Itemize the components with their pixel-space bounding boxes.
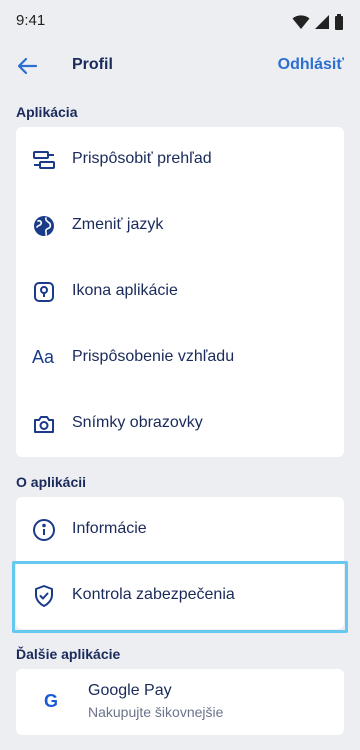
logout-button[interactable]: Odhlásiť	[278, 56, 344, 74]
menu-item-screenshots[interactable]: Snímky obrazovky	[16, 391, 344, 457]
menu-item-label: Prispôsobenie vzhľadu	[72, 348, 235, 365]
menu-item-customize-overview[interactable]: Prispôsobiť prehľad	[16, 127, 344, 193]
globe-icon	[32, 214, 56, 238]
status-time: 9:41	[16, 12, 46, 29]
section-label-about: O aplikácii	[16, 474, 87, 490]
app-item-subtitle: Nakupujte šikovnejšie	[88, 704, 224, 720]
back-button[interactable]	[14, 54, 42, 78]
arrow-left-icon	[14, 54, 42, 78]
menu-item-label: Snímky obrazovky	[72, 414, 203, 431]
other-apps-card: G Google Pay Nakupujte šikovnejšie	[16, 669, 344, 735]
app-item-google-pay[interactable]: G Google Pay Nakupujte šikovnejšie	[16, 669, 344, 735]
google-g-icon: G	[44, 691, 59, 711]
layout-icon	[32, 148, 56, 172]
menu-item-appearance[interactable]: Aa Prispôsobenie vzhľadu	[16, 325, 344, 391]
app-icon	[32, 280, 56, 304]
battery-icon	[334, 14, 344, 30]
wifi-icon	[292, 14, 310, 30]
app-settings-card: Prispôsobiť prehľad Zmeniť jazyk Ikona a…	[16, 127, 344, 457]
menu-item-label: Prispôsobiť prehľad	[72, 150, 212, 167]
section-label-other-apps: Ďalšie aplikácie	[16, 646, 121, 662]
menu-item-information[interactable]: Informácie	[16, 497, 344, 563]
cellular-signal-icon	[314, 14, 330, 30]
font-aa-icon: Aa	[32, 347, 55, 367]
menu-item-label: Ikona aplikácie	[72, 282, 178, 299]
focus-highlight	[12, 561, 348, 633]
menu-item-app-icon[interactable]: Ikona aplikácie	[16, 259, 344, 325]
top-app-bar: Profil Odhlásiť	[0, 44, 360, 88]
info-icon	[32, 518, 56, 542]
camera-icon	[32, 412, 56, 436]
app-item-title: Google Pay	[88, 682, 172, 699]
status-icons	[292, 14, 344, 30]
page-title: Profil	[72, 56, 113, 73]
menu-item-label: Zmeniť jazyk	[72, 216, 164, 233]
section-label-app: Aplikácia	[16, 104, 78, 120]
menu-item-change-language[interactable]: Zmeniť jazyk	[16, 193, 344, 259]
menu-item-label: Informácie	[72, 520, 147, 537]
status-bar: 9:41	[0, 0, 360, 44]
